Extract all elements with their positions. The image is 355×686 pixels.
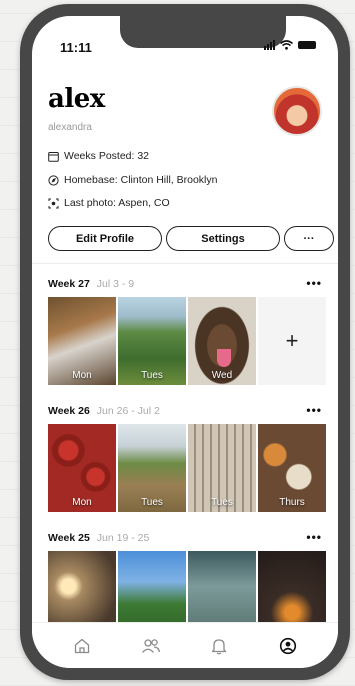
notifications-icon bbox=[212, 638, 227, 654]
photo-tile[interactable]: Tues bbox=[118, 297, 186, 385]
last-photo-text: Last photo: Aspen, CO bbox=[64, 197, 170, 209]
profile-name: alex bbox=[48, 84, 105, 114]
photo-day-label: Thurs bbox=[279, 497, 305, 508]
tab-bar bbox=[32, 622, 338, 668]
tab-home[interactable] bbox=[70, 634, 94, 658]
phone-frame: 11:11 alex alexandra Weeks Posted: 32 Ho… bbox=[20, 4, 350, 680]
profile-handle: alexandra bbox=[48, 122, 92, 133]
tab-friends[interactable] bbox=[139, 634, 163, 658]
add-photo-button[interactable]: + bbox=[258, 297, 326, 385]
wifi-icon bbox=[280, 40, 293, 50]
photo-day-label: Tues bbox=[211, 497, 233, 508]
week-title: Week 25 bbox=[48, 532, 90, 544]
week-header: Week 27 Jul 3 - 9 bbox=[48, 278, 134, 290]
profile-icon bbox=[279, 637, 296, 654]
notch bbox=[120, 16, 286, 48]
weeks-posted-text: Weeks Posted: 32 bbox=[64, 150, 150, 162]
homebase-text: Homebase: Clinton Hill, Brooklyn bbox=[64, 174, 218, 186]
friends-icon bbox=[141, 638, 160, 653]
week-more-button[interactable]: ••• bbox=[306, 403, 322, 417]
battery-icon bbox=[298, 41, 316, 49]
signal-icon bbox=[264, 40, 275, 50]
tab-notifications[interactable] bbox=[207, 634, 231, 658]
profile-actions: Edit Profile Settings ··· bbox=[48, 226, 334, 251]
week-range: Jul 3 - 9 bbox=[96, 278, 135, 290]
settings-button[interactable]: Settings bbox=[166, 226, 280, 251]
photo-tile[interactable]: Mon bbox=[48, 297, 116, 385]
photo-day-label: Tues bbox=[141, 497, 163, 508]
calendar-icon bbox=[48, 151, 59, 162]
more-options-button[interactable]: ··· bbox=[284, 226, 334, 251]
week-photo-strip: Mon Tues Wed + bbox=[48, 297, 338, 385]
edit-profile-button[interactable]: Edit Profile bbox=[48, 226, 162, 251]
home-icon bbox=[75, 638, 90, 653]
divider bbox=[32, 263, 338, 264]
week-title: Week 26 bbox=[48, 405, 90, 417]
photo-tile[interactable]: Thurs bbox=[258, 424, 326, 512]
week-photo-strip: Mon Tues Tues Thurs bbox=[48, 424, 338, 512]
photo-tile[interactable]: Mon bbox=[48, 424, 116, 512]
last-photo-row: Last photo: Aspen, CO bbox=[48, 197, 170, 209]
week-more-button[interactable]: ••• bbox=[306, 530, 322, 544]
week-range: Jun 26 - Jul 2 bbox=[96, 405, 160, 417]
avatar[interactable] bbox=[272, 86, 322, 136]
photo-day-label: Wed bbox=[211, 370, 233, 381]
weeks-posted-row: Weeks Posted: 32 bbox=[48, 150, 149, 162]
week-header: Week 25 Jun 19 - 25 bbox=[48, 532, 149, 544]
week-title: Week 27 bbox=[48, 278, 90, 290]
photo-tile[interactable]: Wed bbox=[188, 297, 256, 385]
week-range: Jun 19 - 25 bbox=[96, 532, 150, 544]
location-icon bbox=[48, 174, 59, 186]
camera-frame-icon bbox=[48, 198, 59, 208]
tab-profile[interactable] bbox=[276, 634, 300, 658]
photo-tile[interactable]: Tues bbox=[188, 424, 256, 512]
photo-day-label: Mon bbox=[72, 497, 92, 508]
homebase-row: Homebase: Clinton Hill, Brooklyn bbox=[48, 174, 217, 186]
status-icons bbox=[264, 40, 316, 50]
app-screen: 11:11 alex alexandra Weeks Posted: 32 Ho… bbox=[32, 16, 338, 668]
photo-day-label: Tues bbox=[141, 370, 163, 381]
week-more-button[interactable]: ••• bbox=[306, 276, 322, 290]
photo-tile[interactable]: Tues bbox=[118, 424, 186, 512]
week-header: Week 26 Jun 26 - Jul 2 bbox=[48, 405, 160, 417]
photo-day-label: Mon bbox=[72, 370, 92, 381]
status-time: 11:11 bbox=[60, 40, 92, 55]
